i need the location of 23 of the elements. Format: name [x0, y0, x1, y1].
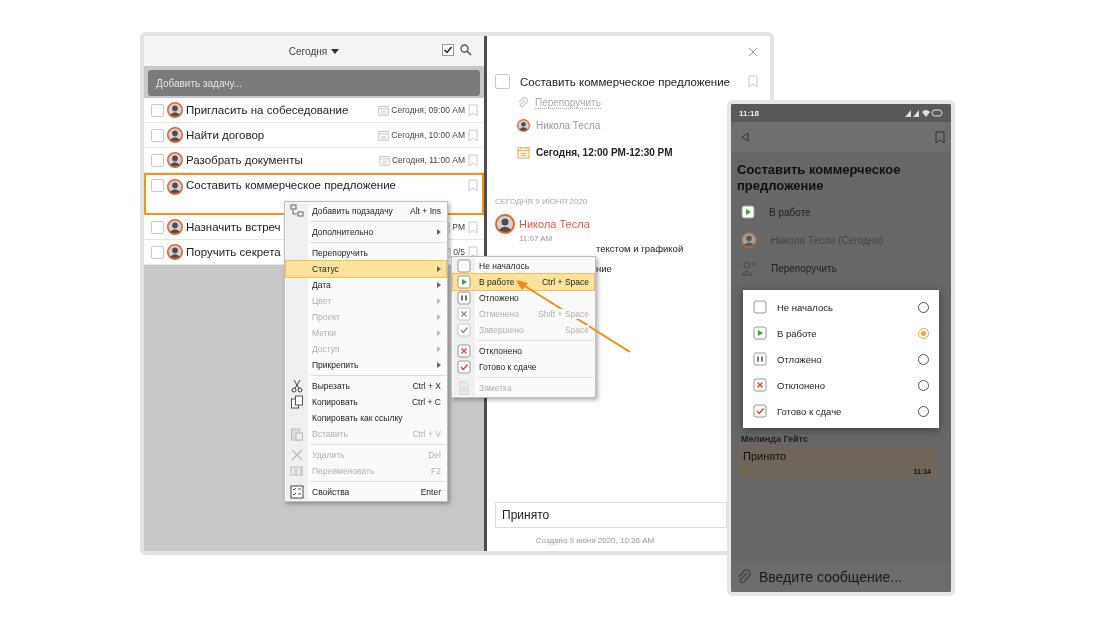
due-date: Сегодня, 10:00 AM [391, 130, 465, 140]
task-title: Поручить секрета [186, 246, 281, 258]
task-title: Разобрать документы [186, 154, 303, 166]
message-text: текстом и графикой [596, 243, 684, 254]
task-title: Назначить встреч [186, 221, 281, 233]
task-title: Составить коммерческое предложение [736, 161, 902, 195]
created-date: Создано 9 июня 2020, 10:36 AM [534, 536, 656, 545]
status-time: 11:18 [739, 108, 760, 118]
task-title: Пригласить на собеседование [186, 104, 349, 116]
message-time: 11:07 AM [518, 234, 553, 243]
task-title: Составить коммерческое предложение [520, 75, 731, 88]
due-date: PM [452, 222, 465, 232]
assignee-name: Никола Тесла [536, 120, 601, 131]
task-date: Сегодня, 12:00 PM-12:30 PM [536, 147, 673, 158]
feed-date: СЕГОДНЯ 9 ИЮНЯ 2020 [495, 197, 588, 206]
due-date: Сегодня, 09:00 AM [391, 105, 465, 115]
due-date: 0/5 [453, 247, 465, 257]
sender-name: Мелинда Гейтс [741, 434, 808, 444]
due-date: Сегодня, 11:00 AM [391, 155, 465, 165]
task-title: Составить коммерческое предложение [186, 179, 396, 191]
message-text: ние [596, 263, 612, 274]
task-title: Найти договор [186, 129, 265, 141]
author-name: Никола Тесла [519, 218, 590, 230]
